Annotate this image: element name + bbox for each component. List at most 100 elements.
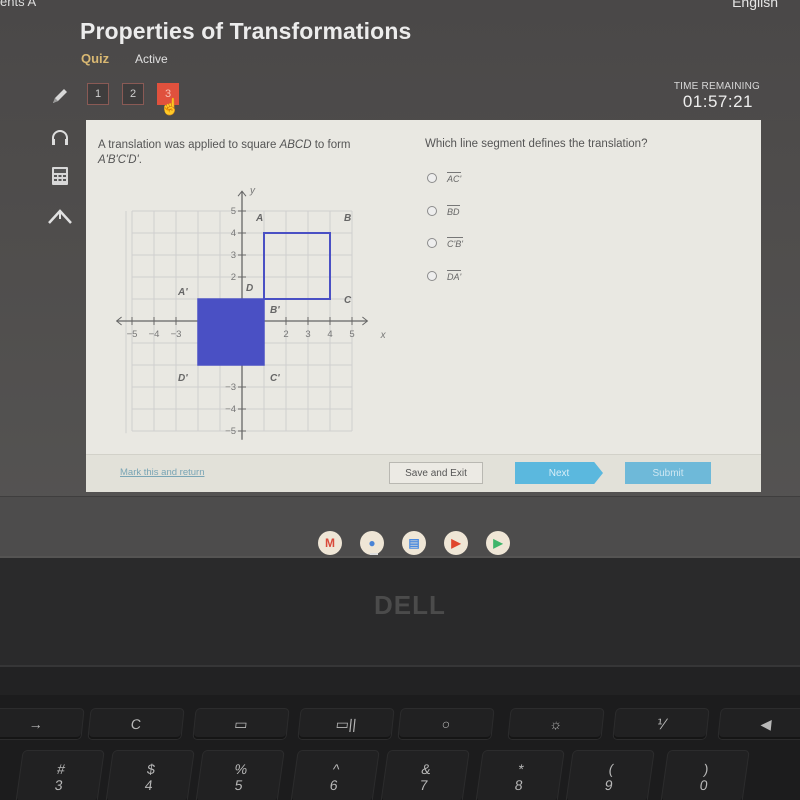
- key-digit: 3: [53, 777, 64, 793]
- panel-footer: Mark this and return Save and Exit Next …: [86, 454, 761, 492]
- timer-value: 01:57:21: [682, 92, 753, 111]
- y-tick-label: 5: [231, 206, 236, 217]
- question-1-button[interactable]: 1: [87, 83, 109, 105]
- prompt-text-middle: to form: [311, 139, 351, 151]
- option-da-prime[interactable]: DA': [427, 268, 463, 284]
- key-shift-symbol: &: [420, 761, 432, 777]
- window-title-fragment: ents A: [0, 0, 37, 9]
- option-c-prime-b-prime[interactable]: C'B': [427, 235, 463, 251]
- vertex-label: D': [178, 373, 188, 384]
- y-axis-label: y: [249, 185, 256, 196]
- number-key-7[interactable]: & 7: [381, 751, 469, 800]
- key-shift-symbol: *: [517, 761, 525, 777]
- radio-button[interactable]: [427, 270, 437, 281]
- mark-and-return-link[interactable]: Mark this and return: [120, 467, 204, 478]
- calculator-icon[interactable]: [40, 160, 80, 192]
- key-digit: 7: [418, 777, 429, 793]
- laptop-hinge: [0, 665, 800, 695]
- next-button[interactable]: Next: [515, 462, 603, 484]
- key-shift-symbol: (: [607, 761, 615, 777]
- function-key[interactable]: ⅟: [613, 709, 709, 739]
- shelf-app-play-store-icon[interactable]: ▶: [486, 531, 510, 555]
- y-tick-label: 2: [231, 272, 236, 283]
- option-label: C'B': [447, 237, 463, 249]
- function-key[interactable]: ☼: [508, 709, 604, 739]
- page-title: Properties of Transformations: [80, 18, 412, 44]
- save-and-exit-button[interactable]: Save and Exit: [389, 462, 483, 484]
- option-bd[interactable]: BD: [427, 203, 463, 219]
- number-key-9[interactable]: (9: [566, 751, 654, 800]
- key-digit: 8: [513, 777, 524, 793]
- number-key-3[interactable]: #3: [16, 751, 104, 800]
- option-ac-prime[interactable]: AC': [427, 170, 463, 186]
- function-key[interactable]: ▭: [193, 709, 289, 739]
- shelf-app-gmail-icon[interactable]: M: [318, 531, 342, 555]
- question-panel: A translation was applied to square ABCD…: [86, 120, 761, 492]
- vertex-label: B: [344, 213, 351, 224]
- answer-options: AC' BD C'B' DA': [427, 170, 463, 300]
- number-key-4[interactable]: $4: [106, 751, 194, 800]
- collapse-up-icon[interactable]: [40, 200, 80, 232]
- key-shift-symbol: #: [56, 761, 67, 777]
- vertex-label: C': [270, 373, 280, 384]
- x-tick-label: −4: [149, 329, 160, 340]
- number-key-0[interactable]: ) 0: [661, 751, 749, 800]
- running-indicator: [370, 553, 378, 555]
- headphones-icon[interactable]: [40, 122, 80, 154]
- status-label: Active: [135, 52, 168, 66]
- x-tick-label: 5: [349, 329, 354, 340]
- option-label: AC': [447, 172, 462, 184]
- function-key[interactable]: →: [0, 709, 84, 739]
- x-tick-label: 3: [305, 329, 310, 340]
- key-shift-symbol: ): [702, 761, 710, 777]
- prompt-text: A translation was applied to square: [98, 139, 280, 151]
- key-digit: 6: [328, 777, 339, 793]
- number-key-8[interactable]: * 8: [476, 751, 564, 800]
- function-key[interactable]: C: [88, 709, 184, 739]
- x-tick-label: 2: [283, 329, 288, 340]
- vertex-label: C: [344, 295, 352, 306]
- function-key[interactable]: ◀: [718, 709, 800, 739]
- y-tick-label: −5: [225, 426, 236, 437]
- number-key-5[interactable]: % 5: [196, 751, 284, 800]
- y-tick-label: 3: [231, 250, 236, 261]
- vertex-label: B': [270, 305, 280, 316]
- option-label: BD: [447, 204, 460, 217]
- quiz-label: Quiz: [81, 51, 110, 66]
- prompt-figure: ABCD: [279, 139, 312, 151]
- image-square-a-prime-b-prime-c-prime-d-prime: [197, 298, 265, 366]
- number-key-6[interactable]: ^ 6: [291, 751, 379, 800]
- function-key[interactable]: ▭||: [298, 709, 394, 739]
- key-digit: 0: [698, 777, 709, 793]
- submit-button[interactable]: Submit: [625, 462, 711, 484]
- key-shift-symbol: %: [233, 761, 249, 777]
- shelf-app-docs-icon[interactable]: ▤: [402, 531, 426, 555]
- vertex-label: A: [255, 213, 263, 224]
- radio-button[interactable]: [427, 173, 437, 183]
- dell-logo: DELL: [374, 590, 446, 620]
- x-tick-label: −5: [127, 329, 138, 340]
- pencil-icon[interactable]: [40, 80, 80, 112]
- screen: ents A English Properties of Transformat…: [0, 0, 800, 560]
- x-tick-label: −3: [171, 329, 182, 340]
- hand-cursor-icon: ☝: [160, 99, 180, 116]
- question-text: Which line segment defines the translati…: [425, 138, 648, 150]
- shelf-app-youtube-icon[interactable]: ▶: [444, 531, 468, 555]
- option-label: DA': [447, 269, 462, 282]
- shelf-apps: M ● ▤ ▶ ▶: [318, 531, 510, 555]
- key-shift-symbol: $: [146, 761, 157, 777]
- question-prompt: A translation was applied to square ABCD…: [98, 138, 398, 168]
- question-2-button[interactable]: 2: [122, 83, 144, 105]
- x-tick-label: 4: [327, 329, 332, 340]
- language-selector[interactable]: English: [732, 0, 778, 10]
- timer-label: TIME REMAINING: [673, 81, 760, 92]
- y-tick-label: −4: [225, 404, 236, 415]
- shelf-app-chrome-icon[interactable]: ●: [360, 531, 384, 555]
- y-tick-label: 4: [231, 228, 236, 239]
- radio-button[interactable]: [427, 205, 437, 216]
- vertex-label: A': [177, 287, 188, 298]
- function-key[interactable]: ○: [398, 709, 494, 739]
- key-digit: 4: [143, 777, 154, 793]
- radio-button[interactable]: [427, 238, 437, 248]
- original-square-abcd: [263, 232, 331, 300]
